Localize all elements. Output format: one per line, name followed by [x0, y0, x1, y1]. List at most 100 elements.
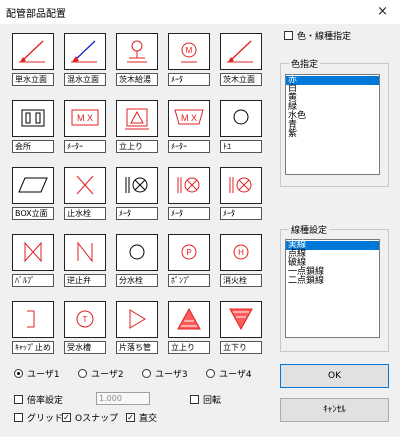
ortho-checkbox[interactable]: ✓ 直交 [126, 411, 157, 424]
grid-label: グリッド [27, 414, 64, 424]
part-tile[interactable]: M [168, 33, 210, 70]
title-bar: 配管部品配置 × [0, 0, 400, 24]
line-type-listbox[interactable]: 実線 点線 破線 一点鎖線 二点鎖線 [285, 239, 380, 338]
part-label: 片落ち管 [116, 341, 158, 354]
color_group-option[interactable]: 水色 [286, 112, 379, 121]
scale-input[interactable]: 1.000 [96, 392, 150, 405]
line_group-option[interactable]: 二点鎖線 [286, 277, 379, 286]
mx-meter-triangle-icon: M X [174, 109, 204, 125]
rotate-checkbox-box[interactable] [190, 395, 199, 404]
svg-text:M X: M X [77, 113, 93, 123]
color_group-option[interactable]: 青 [286, 121, 379, 130]
part-label: ﾒｰﾀ [168, 73, 210, 86]
part-label: ﾒｰﾀ [116, 207, 158, 220]
part-tile[interactable]: M X [168, 100, 210, 137]
part-label: 茨木立面 [220, 73, 262, 86]
color_group-option[interactable]: 黄 [286, 94, 379, 103]
cancel-button[interactable]: ｷｬﾝｾﾙ [280, 398, 389, 422]
part-tile[interactable] [12, 100, 54, 137]
part-tile[interactable] [116, 167, 158, 204]
color-listbox[interactable]: 赤白黄緑水色青紫 [285, 74, 380, 175]
part-tile[interactable] [168, 167, 210, 204]
part-label: BOX立面 [12, 207, 54, 220]
branch-tap-circle-icon [129, 244, 145, 260]
part-tile[interactable] [12, 33, 54, 70]
diagonal-pipe-mixed-icon [71, 40, 97, 63]
color_group-option[interactable]: 赤 [286, 76, 379, 85]
part-tile[interactable] [116, 100, 158, 137]
grid-checkbox-box[interactable] [14, 413, 23, 422]
radio-user4-dot[interactable] [206, 369, 215, 378]
parts-grid: 単水立面 混水立面 茨木給湯 M ﾒｰﾀ 茨木立面 会所 M X ﾒｰﾀｰ 立上り M X ﾒｰﾀｰ ﾄ… [12, 33, 272, 363]
radio-user4-label: ユーザ4 [219, 370, 252, 380]
meter-valve-mixed-icon [177, 177, 200, 193]
radio-user3[interactable]: ユーザ3 [142, 367, 188, 380]
stop-cock-x-icon [76, 175, 94, 195]
box-parallelogram-icon [18, 177, 48, 193]
part-tile[interactable] [12, 167, 54, 204]
radio-user3-dot[interactable] [142, 369, 151, 378]
radio-user2[interactable]: ユーザ2 [78, 367, 124, 380]
part-label: 逆止弁 [64, 274, 106, 287]
rotate-checkbox[interactable]: 回転 [190, 393, 221, 406]
svg-text:P: P [186, 248, 191, 257]
part-tile[interactable] [220, 167, 262, 204]
svg-text:T: T [83, 315, 88, 324]
color-line-option-checkbox[interactable]: 色・線種指定 [284, 29, 351, 42]
part-label: ﾒｰﾀｰ [64, 140, 106, 153]
radio-user1[interactable]: ユーザ1 [14, 367, 60, 380]
cap-stop-bracket-icon [27, 310, 35, 328]
scale-label: 倍率設定 [27, 396, 64, 406]
part-label: 茨木給湯 [116, 73, 158, 86]
line-type-group-title: 線種設定 [289, 223, 330, 236]
part-tile[interactable] [116, 301, 158, 338]
part-tile[interactable]: H [220, 234, 262, 271]
part-label: 止水栓 [64, 207, 106, 220]
color_group-option[interactable]: 紫 [286, 130, 379, 139]
part-label: ﾒｰﾀｰ [168, 140, 210, 153]
fire-hydrant-circle-h-icon: H [233, 244, 249, 260]
part-label: ﾊﾞﾙﾌﾞ [12, 274, 54, 287]
color-line-checkbox-box[interactable] [284, 31, 293, 40]
svg-text:H: H [238, 248, 244, 257]
part-tile[interactable] [64, 234, 106, 271]
ortho-checkbox-box[interactable]: ✓ [126, 413, 135, 422]
radio-user3-label: ユーザ3 [155, 370, 188, 380]
scale-checkbox-box[interactable] [14, 395, 23, 404]
part-tile[interactable] [64, 33, 106, 70]
color_group-option[interactable]: 白 [286, 85, 379, 94]
water-tank-circle-t-icon: T [76, 310, 94, 328]
part-label: 会所 [12, 140, 54, 153]
osnap-checkbox[interactable]: ✓ Oスナップ [62, 411, 118, 424]
part-tile[interactable] [64, 167, 106, 204]
part-tile[interactable] [168, 301, 210, 338]
svg-text:M X: M X [181, 113, 197, 123]
part-tile[interactable]: T [64, 301, 106, 338]
scale-checkbox[interactable]: 倍率設定 [14, 393, 63, 406]
radio-user2-dot[interactable] [78, 369, 87, 378]
part-tile[interactable]: M X [64, 100, 106, 137]
riser-triangle-icon [125, 108, 149, 130]
part-label: 立上り [116, 140, 158, 153]
diagonal-pipe-blue-icon [19, 40, 45, 63]
part-label: ﾒｰﾀ [220, 207, 262, 220]
radio-user4[interactable]: ユーザ4 [206, 367, 252, 380]
part-label: 受水槽 [64, 341, 106, 354]
osnap-checkbox-box[interactable]: ✓ [62, 413, 71, 422]
part-tile[interactable] [12, 234, 54, 271]
part-label: ﾒｰﾀ [168, 207, 210, 220]
part-tile[interactable] [220, 301, 262, 338]
ok-button[interactable]: OK [280, 364, 389, 388]
close-icon[interactable]: × [377, 4, 388, 19]
part-label: ﾄﾕ [220, 140, 262, 153]
grid-checkbox[interactable]: グリッド [14, 411, 63, 424]
color-line-option-label: 色・線種指定 [297, 32, 352, 42]
radio-user1-dot[interactable] [14, 369, 23, 378]
part-tile[interactable] [220, 33, 262, 70]
part-tile[interactable] [220, 100, 262, 137]
part-tile[interactable]: P [168, 234, 210, 271]
part-label: 立上り [168, 341, 210, 354]
part-tile[interactable] [116, 234, 158, 271]
part-tile[interactable] [116, 33, 158, 70]
part-tile[interactable] [12, 301, 54, 338]
